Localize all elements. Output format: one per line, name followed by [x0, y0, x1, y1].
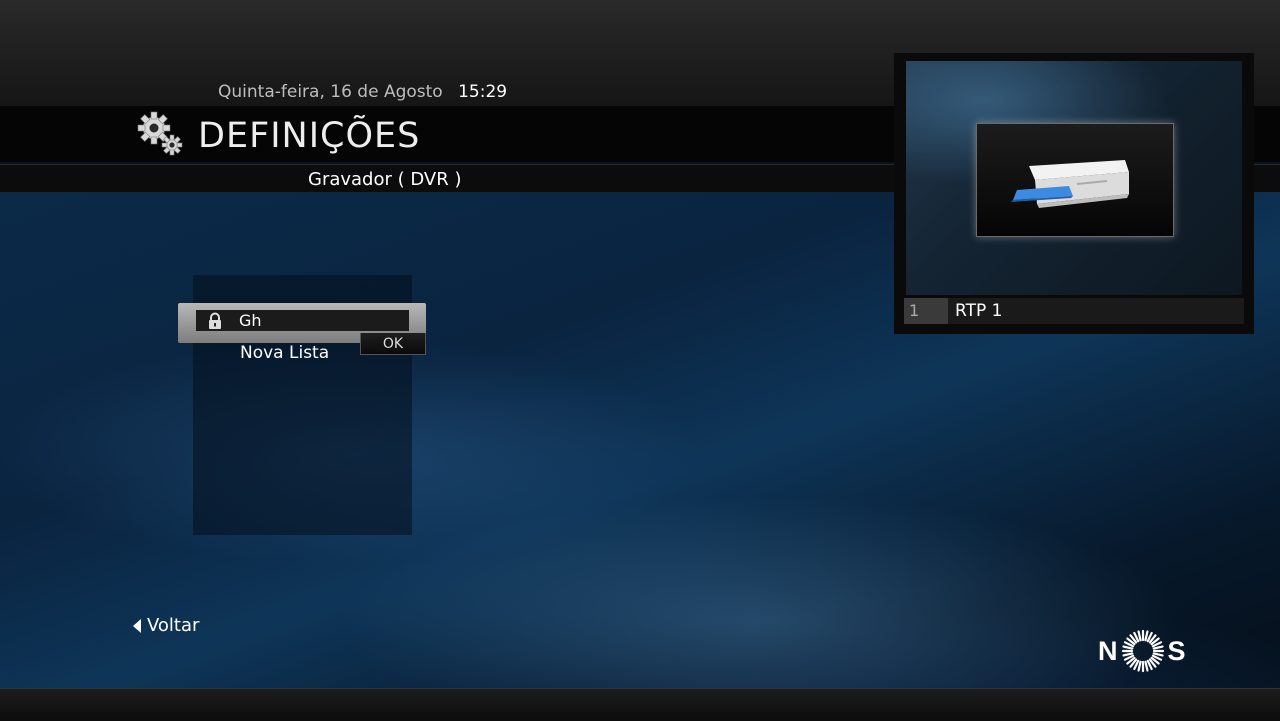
- sun-ray: [1143, 630, 1149, 642]
- time-label: 15:29: [458, 82, 508, 102]
- preview-card: [976, 123, 1174, 237]
- channel-name: RTP 1: [955, 301, 1003, 321]
- sun-ray: [1136, 660, 1142, 672]
- back-label: Voltar: [147, 615, 200, 636]
- nos-sun-icon: [1121, 629, 1164, 673]
- logo-letter-s: S: [1167, 635, 1186, 666]
- back-button[interactable]: Voltar: [132, 615, 199, 636]
- sun-ray: [1136, 630, 1142, 642]
- sun-ray: [1143, 660, 1149, 672]
- nos-logo: N S: [1098, 628, 1186, 674]
- input-value: Gh: [239, 311, 262, 330]
- lock-icon: [209, 312, 221, 329]
- page-subtitle: Gravador ( DVR ): [308, 169, 462, 190]
- sun-ray: [1121, 645, 1133, 650]
- channel-number: 1: [904, 298, 948, 324]
- list-item-nova-lista[interactable]: Nova Lista: [240, 343, 329, 363]
- date-label: Quinta-feira, 16 de Agosto: [218, 82, 443, 102]
- tv-preview: [906, 61, 1242, 295]
- logo-letter-n: N: [1098, 635, 1118, 666]
- sun-ray: [1121, 652, 1133, 657]
- list-name-input[interactable]: Gh: [196, 310, 409, 331]
- back-arrow-icon: [133, 618, 141, 633]
- printer-icon: [1011, 160, 1129, 208]
- gear-icon: [137, 111, 183, 156]
- page-title: DEFINIÇÕES: [198, 116, 421, 156]
- bottom-bar: [0, 688, 1280, 721]
- date-time: Quinta-feira, 16 de Agosto 15:29: [218, 82, 507, 102]
- sun-ray: [1152, 652, 1164, 657]
- sun-ray: [1152, 645, 1164, 650]
- channel-info-bar: 1 RTP 1: [904, 298, 1244, 324]
- ok-button[interactable]: OK: [360, 333, 426, 355]
